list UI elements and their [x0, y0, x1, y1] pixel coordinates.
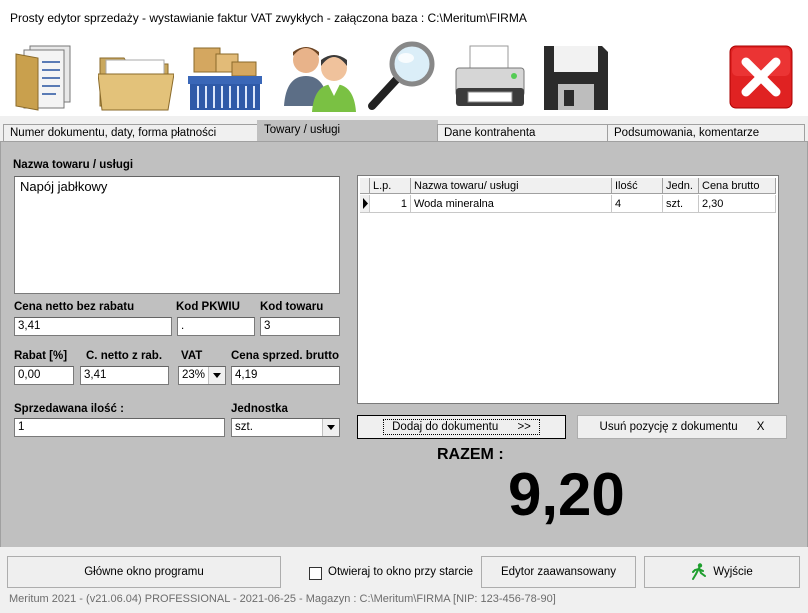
row-indicator[interactable] [360, 195, 370, 213]
table-cell-price[interactable]: 2,30 [699, 195, 776, 213]
grid-corner [360, 178, 370, 194]
grid-header-price[interactable]: Cena brutto [699, 178, 776, 194]
toolbar [0, 36, 808, 116]
table-cell-unit[interactable]: szt. [663, 195, 699, 213]
gross-label: Cena sprzed. brutto [231, 350, 339, 362]
running-man-icon [692, 563, 707, 580]
pkwiu-input[interactable]: . [177, 317, 255, 336]
open-at-start-checkbox[interactable] [309, 567, 322, 580]
remove-from-document-button[interactable]: Usuń pozycję z dokumentu X [577, 415, 787, 439]
qty-input[interactable]: 1 [14, 418, 225, 437]
printer-icon[interactable] [452, 40, 528, 112]
row-pointer-icon [363, 198, 368, 209]
grid-header-lp[interactable]: L.p. [370, 178, 411, 194]
net-after-label: C. netto z rab. [86, 350, 163, 362]
unit-select[interactable]: szt. [231, 418, 340, 437]
status-bar: Meritum 2021 - (v21.06.04) PROFESSIONAL … [9, 593, 556, 605]
item-name-textarea[interactable]: Napój jabłkowy [14, 176, 340, 294]
code-label: Kod towaru [260, 301, 324, 313]
vat-value: 23% [182, 369, 206, 381]
items-grid[interactable]: L.p. Nazwa towaru/ usługi Ilość Jedn. Ce… [357, 175, 779, 404]
exit-button[interactable]: Wyjście [644, 556, 800, 588]
add-to-document-button[interactable]: Dodaj do dokumentu >> [357, 415, 566, 439]
floppy-save-icon[interactable] [542, 40, 610, 112]
main-window-button[interactable]: Główne okno programu [7, 556, 281, 588]
add-button-suffix: >> [517, 421, 531, 433]
remove-button-label: Usuń pozycję z dokumentu [599, 421, 738, 433]
table-cell-lp[interactable]: 1 [370, 195, 411, 213]
total-label: RAZEM : [437, 446, 504, 463]
remove-button-suffix: X [756, 421, 765, 433]
unit-value: szt. [235, 421, 253, 433]
tab-contractor[interactable]: Dane kontrahenta [437, 124, 608, 141]
tab-summary[interactable]: Podsumowania, komentarze [607, 124, 805, 141]
table-cell-name[interactable]: Woda mineralna [411, 195, 612, 213]
contractors-icon[interactable] [280, 40, 360, 112]
gross-input[interactable]: 4,19 [231, 366, 340, 385]
document-icon[interactable] [10, 40, 82, 112]
code-input[interactable]: 3 [260, 317, 340, 336]
tab-goods[interactable]: Towary / usługi [257, 120, 438, 142]
magnifier-icon[interactable] [366, 40, 438, 112]
folder-icon[interactable] [97, 40, 175, 112]
discount-label: Rabat [%] [14, 350, 68, 362]
window-title: Prosty edytor sprzedaży - wystawianie fa… [10, 11, 527, 25]
net-price-label: Cena netto bez rabatu [14, 301, 135, 313]
pkwiu-label: Kod PKWIU [176, 301, 240, 313]
title-bar: Prosty edytor sprzedaży - wystawianie fa… [0, 0, 808, 36]
exit-label: Wyjście [713, 566, 753, 578]
discount-input[interactable]: 0,00 [14, 366, 74, 385]
unit-label: Jednostka [231, 403, 288, 415]
add-button-focus: Dodaj do dokumentu >> [383, 419, 540, 435]
total-value: 9,20 [508, 461, 625, 528]
open-at-start-label[interactable]: Otwieraj to okno przy starcie [328, 566, 473, 578]
chevron-down-icon[interactable] [208, 367, 225, 384]
net-after-input[interactable]: 3,41 [80, 366, 169, 385]
tab-strip: Numer dokumentu, daty, forma płatności T… [0, 116, 808, 143]
goods-basket-icon[interactable] [186, 40, 264, 112]
add-button-label: Dodaj do dokumentu [392, 421, 499, 433]
advanced-editor-button[interactable]: Edytor zaawansowany [481, 556, 636, 588]
grid-header-unit[interactable]: Jedn. [663, 178, 699, 194]
vat-select[interactable]: 23% [178, 366, 226, 385]
vat-label: VAT [181, 350, 203, 362]
grid-header-qty[interactable]: Ilość [612, 178, 663, 194]
item-name-label: Nazwa towaru / usługi [13, 159, 134, 171]
qty-label: Sprzedawana ilość : [14, 403, 124, 415]
tab-document[interactable]: Numer dokumentu, daty, forma płatności [3, 124, 259, 141]
grid-header-name[interactable]: Nazwa towaru/ usługi [411, 178, 612, 194]
net-price-input[interactable]: 3,41 [14, 317, 172, 336]
table-cell-qty[interactable]: 4 [612, 195, 663, 213]
close-red-icon[interactable] [728, 40, 794, 112]
chevron-down-icon[interactable] [322, 419, 339, 436]
